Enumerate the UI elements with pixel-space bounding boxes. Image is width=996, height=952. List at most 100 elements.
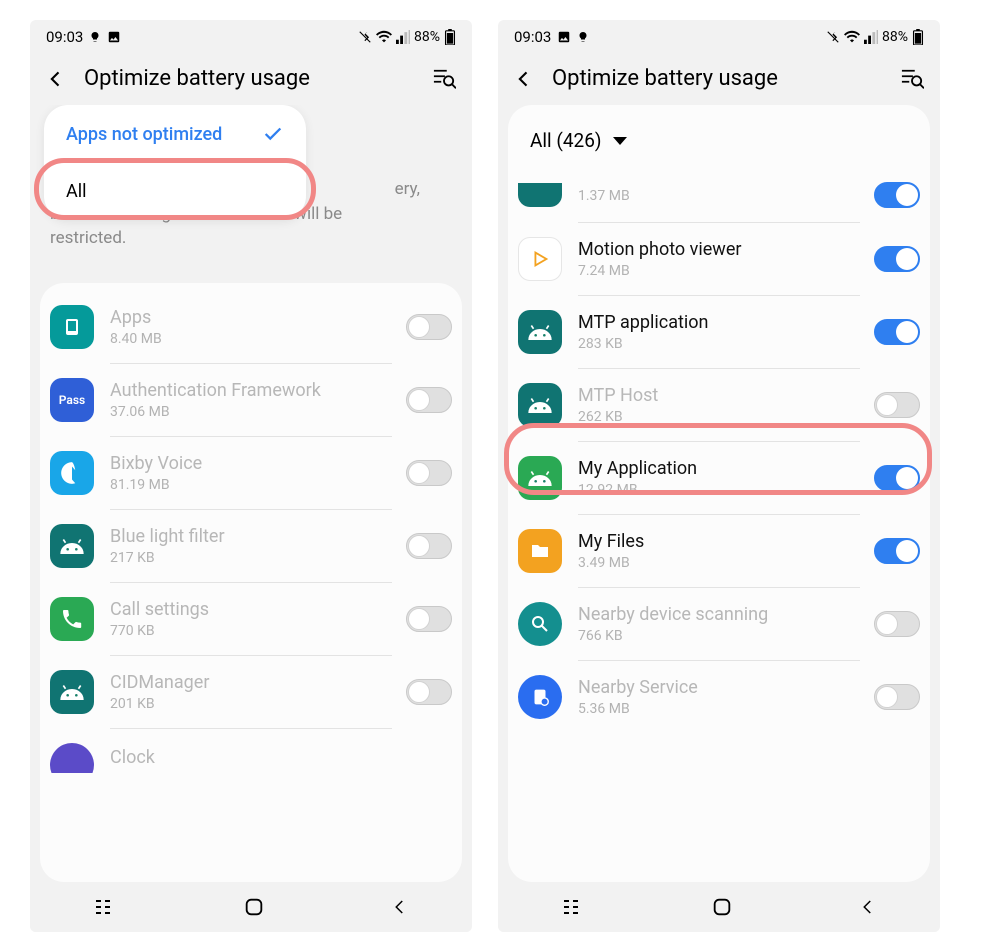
app-icon [518, 237, 562, 281]
app-name: Bixby Voice [110, 453, 398, 475]
status-bar: 09:03 88% [498, 20, 940, 52]
vibrate-icon [358, 30, 372, 44]
nav-home[interactable] [711, 896, 733, 918]
app-name: Motion photo viewer [578, 239, 866, 261]
optimize-toggle[interactable] [874, 611, 920, 637]
app-size: 217 KB [110, 550, 398, 566]
nav-recents[interactable] [93, 898, 117, 916]
app-name: Nearby device scanning [578, 604, 866, 626]
app-size: 766 KB [578, 628, 866, 644]
status-time: 09:03 [514, 28, 551, 46]
app-name: Apps [110, 307, 398, 329]
app-icon [518, 310, 562, 354]
app-size: 81.19 MB [110, 477, 398, 493]
app-row[interactable]: Clock [40, 729, 462, 787]
app-row[interactable]: MTP application 283 KB [508, 296, 930, 368]
app-row[interactable]: My Files3.49 MB [508, 515, 930, 587]
optimize-toggle[interactable] [874, 465, 920, 491]
app-row[interactable]: Call settings770 KB [40, 583, 462, 655]
app-row[interactable]: My Application 12.92 MB [508, 442, 930, 514]
app-row[interactable]: Apps 8.40 MB [40, 291, 462, 363]
app-size: 283 KB [578, 336, 866, 352]
app-size: 37.06 MB [110, 404, 398, 420]
bulb-icon [89, 31, 101, 43]
nav-back[interactable] [859, 898, 877, 916]
app-icon [518, 383, 562, 427]
app-size: 1.37 MB [578, 188, 866, 204]
optimize-toggle[interactable] [874, 246, 920, 272]
battery-pct: 88% [414, 29, 440, 45]
filter-label: All (426) [530, 129, 602, 152]
nav-recents[interactable] [561, 898, 585, 916]
app-row[interactable]: Bixby Voice 81.19 MB [40, 437, 462, 509]
app-icon [50, 305, 94, 349]
app-row-partial[interactable]: 1.37 MB [508, 168, 930, 222]
bulb-icon [577, 31, 589, 43]
app-size: 8.40 MB [110, 331, 398, 347]
app-size: 12.92 MB [578, 482, 866, 498]
filter-search-icon[interactable] [432, 68, 456, 90]
app-row[interactable]: Blue light filter 217 KB [40, 510, 462, 582]
app-row[interactable]: MTP Host262 KB [508, 369, 930, 441]
app-row[interactable]: PassAuthentication Framework37.06 MB [40, 364, 462, 436]
phone-screen-1: 09:03 88% Opt [30, 20, 472, 932]
wifi-icon [376, 30, 392, 44]
app-list-panel: All (426) 1.37 MB Motion photo viewer 7.24… [508, 105, 930, 882]
dropdown-option-all[interactable]: All [44, 163, 306, 220]
app-row[interactable]: Nearby Service 5.36 MB [508, 661, 930, 733]
optimize-toggle[interactable] [406, 606, 452, 632]
app-name: MTP application [578, 312, 866, 334]
app-icon [518, 675, 562, 719]
optimize-toggle[interactable] [406, 679, 452, 705]
nav-back[interactable] [391, 898, 409, 916]
app-name: Blue light filter [110, 526, 398, 548]
app-size: 7.24 MB [578, 263, 866, 279]
app-icon [50, 670, 94, 714]
app-icon: Pass [50, 378, 94, 422]
app-icon [50, 451, 94, 495]
optimize-toggle[interactable] [874, 182, 920, 208]
app-name: Nearby Service [578, 677, 866, 699]
app-size: 3.49 MB [578, 555, 866, 571]
phone-screen-2: 09:03 88% Opt [498, 20, 940, 932]
app-icon [50, 524, 94, 568]
status-bar: 09:03 88% [30, 20, 472, 52]
app-name: My Application [578, 458, 866, 480]
wifi-icon [844, 30, 860, 44]
battery-icon [444, 29, 456, 45]
page-title: Optimize battery usage [84, 66, 432, 91]
optimize-toggle[interactable] [874, 538, 920, 564]
app-row[interactable]: Nearby device scanning 766 KB [508, 588, 930, 660]
optimize-toggle[interactable] [874, 392, 920, 418]
app-size: 770 KB [110, 623, 398, 639]
nav-home[interactable] [243, 896, 265, 918]
optimize-toggle[interactable] [874, 684, 920, 710]
app-icon [518, 529, 562, 573]
battery-icon [912, 29, 924, 45]
optimize-toggle[interactable] [874, 319, 920, 345]
back-button[interactable] [514, 69, 534, 89]
optimize-toggle[interactable] [406, 533, 452, 559]
filter-search-icon[interactable] [900, 68, 924, 90]
app-list-panel: Apps 8.40 MB PassAuthentication Framework3… [40, 283, 462, 882]
optimize-toggle[interactable] [406, 460, 452, 486]
nav-bar [30, 882, 472, 932]
vibrate-icon [826, 30, 840, 44]
app-row[interactable]: CIDManager201 KB [40, 656, 462, 728]
app-row[interactable]: Motion photo viewer 7.24 MB [508, 223, 930, 295]
app-icon [50, 597, 94, 641]
optimize-toggle[interactable] [406, 387, 452, 413]
back-button[interactable] [46, 69, 66, 89]
dropdown-option-selected[interactable]: Apps not optimized [44, 105, 306, 163]
signal-icon [396, 30, 410, 44]
app-name: Clock [110, 747, 452, 769]
app-icon [518, 456, 562, 500]
nav-header: Optimize battery usage [30, 52, 472, 105]
app-size: 5.36 MB [578, 701, 866, 717]
app-icon [518, 602, 562, 646]
battery-pct: 88% [882, 29, 908, 45]
nav-header: Optimize battery usage [498, 52, 940, 105]
image-icon [557, 30, 571, 44]
optimize-toggle[interactable] [406, 314, 452, 340]
filter-dropdown-collapsed[interactable]: All (426) [508, 113, 930, 168]
